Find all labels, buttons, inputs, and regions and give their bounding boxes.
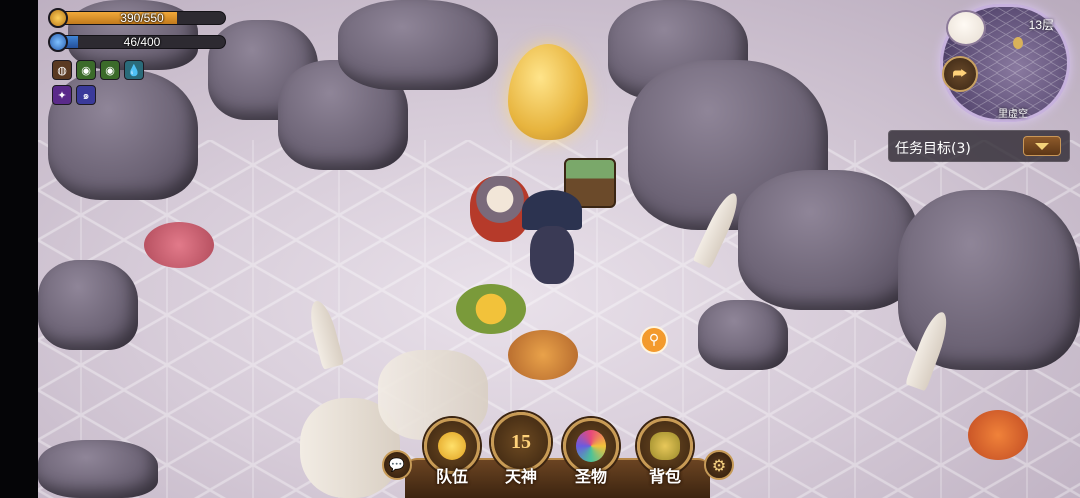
hero-wizard[interactable] <box>516 190 588 286</box>
team-label: 队伍 <box>435 467 468 486</box>
inspect-button[interactable]: ⚲ <box>640 326 668 354</box>
god-label: 天神 <box>504 467 537 486</box>
hp-bar: 390/550 <box>48 8 226 28</box>
water-drop-buff-icon[interactable]: 💧 <box>124 60 144 80</box>
wizard-body <box>530 226 574 284</box>
rock <box>338 0 498 90</box>
minimap-player-marker <box>1013 37 1023 49</box>
relic-label: 圣物 <box>574 467 607 486</box>
rock <box>38 440 158 498</box>
game-scene[interactable] <box>38 0 1080 498</box>
settings-button[interactable]: ⚙ <box>704 450 734 480</box>
gear-icon: ⚙ <box>711 455 727 475</box>
quest-toggle-button[interactable] <box>1023 136 1061 156</box>
mp-text: 46/400 <box>123 35 161 49</box>
coral-plant <box>144 222 214 268</box>
purple-magic-buff-icon[interactable]: ✦ <box>52 85 72 105</box>
minimap[interactable]: ⮫ 13层 里虚空 <box>940 4 1070 122</box>
green-eye-buff-icon[interactable]: ◉ <box>100 60 120 80</box>
chat-bubble-icon: 💬 <box>388 457 406 473</box>
screen-left-bezel <box>0 0 38 498</box>
cactus-pot <box>508 330 578 380</box>
chat-button[interactable]: 💬 <box>382 450 412 480</box>
wizard-hat <box>522 190 582 230</box>
golden-egg[interactable] <box>508 44 588 140</box>
bag-label: 背包 <box>648 467 681 486</box>
rock <box>698 300 788 370</box>
meat-buff-icon[interactable]: ◍ <box>52 60 72 80</box>
player-avatar[interactable] <box>946 10 986 46</box>
rock <box>738 170 918 310</box>
area-label: 里虚空 <box>998 109 1028 120</box>
hp-text: 390/550 <box>120 11 164 25</box>
chevron-down-icon <box>1035 142 1049 150</box>
exit-door-icon: ⮫ <box>952 64 968 83</box>
relic-egg-icon <box>576 430 606 462</box>
quest-title: 任务目标(3) <box>895 141 971 157</box>
rock <box>38 260 138 350</box>
exit-floor-button[interactable]: ⮫ <box>942 56 978 92</box>
swirl-buff-icon[interactable]: ๑ <box>76 85 96 105</box>
floor-label: 13层 <box>1028 18 1054 32</box>
god-level-badge: 15 <box>511 430 531 453</box>
quest-panel[interactable]: 任务目标(3) <box>888 130 1070 162</box>
green-eye-buff-icon[interactable]: ◉ <box>76 60 96 80</box>
coral-plant <box>968 410 1028 460</box>
chick-icon <box>438 432 466 460</box>
bag-icon <box>650 432 680 460</box>
yellow-flower-bush <box>456 284 526 334</box>
mp-bar: 46/400 <box>48 32 226 52</box>
magnifier-icon: ⚲ <box>648 332 660 348</box>
